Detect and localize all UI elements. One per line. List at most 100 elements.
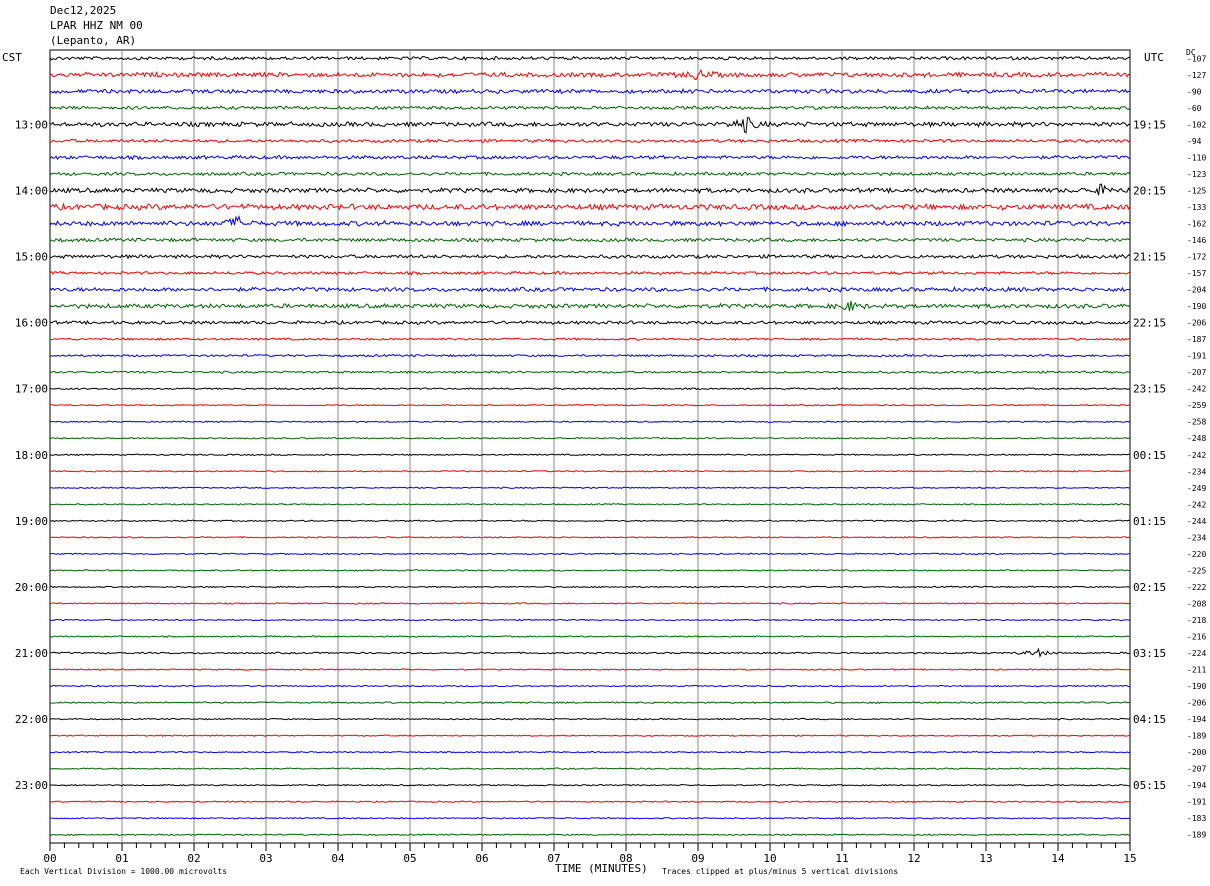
seismic-trace [49, 370, 1131, 375]
seismic-trace [49, 635, 1131, 638]
seismic-trace [49, 833, 1131, 837]
seismic-trace [50, 602, 1131, 605]
x-tick-label: 15 [1123, 852, 1136, 865]
dc-offset-label: -242 [1187, 385, 1206, 394]
dc-offset-label: -216 [1187, 632, 1206, 641]
seismic-trace [49, 403, 1131, 407]
dc-offset-label: -191 [1187, 352, 1206, 361]
dc-offset-label: -183 [1187, 814, 1206, 823]
seismic-trace [49, 470, 1131, 473]
seismic-trace [49, 387, 1131, 391]
dc-offset-label: -189 [1187, 732, 1206, 741]
utc-hour-label: 01:15 [1133, 515, 1166, 528]
seismic-trace [49, 503, 1131, 506]
cst-hour-label: 21:00 [15, 647, 48, 660]
cst-hour-label: 14:00 [15, 184, 48, 197]
x-tick-label: 03 [259, 852, 272, 865]
x-axis-title: TIME (MINUTES) [555, 862, 648, 875]
seismic-trace [49, 783, 1131, 787]
cst-hour-label: 13:00 [15, 118, 48, 131]
dc-offset-label: -194 [1187, 715, 1206, 724]
seismic-trace [49, 270, 1131, 276]
utc-hour-label: 19:15 [1133, 118, 1166, 131]
dc-offset-label: -102 [1187, 120, 1206, 129]
dc-offset-label: -146 [1187, 236, 1206, 245]
utc-hour-label: 20:15 [1133, 184, 1166, 197]
seismic-trace [49, 767, 1131, 770]
seismic-trace [49, 337, 1130, 341]
seismic-trace [49, 816, 1131, 820]
utc-hour-label: 04:15 [1133, 713, 1166, 726]
cst-hour-label: 22:00 [15, 713, 48, 726]
dc-offset-label: -208 [1187, 599, 1206, 608]
dc-offset-label: -123 [1187, 170, 1206, 179]
dc-offset-label: -191 [1187, 798, 1206, 807]
dc-offset-label: -207 [1187, 368, 1206, 377]
seismic-trace [49, 453, 1131, 457]
dc-offset-label: -207 [1187, 765, 1206, 774]
seismic-trace [49, 717, 1131, 721]
dc-offset-label: -234 [1187, 467, 1206, 476]
utc-hour-label: 03:15 [1133, 647, 1166, 660]
dc-offset-label: -206 [1187, 699, 1206, 708]
dc-offset-label: -190 [1187, 682, 1206, 691]
cst-hour-label: 20:00 [15, 581, 48, 594]
dc-offset-label: -172 [1187, 253, 1206, 262]
seismic-trace [49, 154, 1131, 161]
dc-offset-label: -220 [1187, 550, 1206, 559]
dc-offset-label: -218 [1187, 616, 1206, 625]
dc-offset-label: -194 [1187, 781, 1206, 790]
seismic-trace [49, 117, 1131, 134]
utc-hour-label: 22:15 [1133, 317, 1166, 330]
seismic-trace [49, 519, 1131, 523]
x-tick-label: 02 [187, 852, 200, 865]
seismic-trace [49, 734, 1131, 737]
utc-hour-label: 00:15 [1133, 449, 1166, 462]
seismic-trace [49, 237, 1131, 243]
dc-offset-label: -127 [1187, 71, 1206, 80]
seismic-trace [49, 800, 1131, 804]
dc-offset-label: -224 [1187, 649, 1206, 658]
scale-note: Each Vertical Division = 1000.00 microvo… [20, 867, 228, 876]
dc-offset-label: -204 [1187, 286, 1206, 295]
seismic-trace [49, 700, 1131, 705]
cst-hour-label: 15:00 [15, 251, 48, 264]
utc-hour-label: 21:15 [1133, 251, 1166, 264]
utc-hour-label: 23:15 [1133, 383, 1166, 396]
seismic-trace [49, 552, 1131, 556]
dc-offset-label: -190 [1187, 302, 1206, 311]
dc-offset-label: -60 [1187, 104, 1202, 113]
dc-offset-label: -206 [1187, 319, 1206, 328]
seismic-trace [49, 535, 1131, 539]
dc-offset-label: -125 [1187, 186, 1206, 195]
dc-offset-label: -200 [1187, 748, 1206, 757]
seismic-trace [49, 253, 1131, 260]
seismic-trace [49, 88, 1131, 95]
x-tick-label: 12 [907, 852, 920, 865]
x-tick-label: 09 [691, 852, 704, 865]
dc-offset-label: -157 [1187, 269, 1206, 278]
dc-offset-label: -249 [1187, 484, 1206, 493]
seismic-trace [49, 353, 1131, 358]
dc-offset-label: -242 [1187, 500, 1206, 509]
dc-offset-label: -90 [1187, 87, 1202, 96]
dc-offset-label: -248 [1187, 434, 1206, 443]
seismic-trace [49, 183, 1131, 196]
cst-hour-label: 16:00 [15, 317, 48, 330]
cst-hour-label: 18:00 [15, 449, 48, 462]
seismic-trace [49, 286, 1131, 293]
plot-frame [49, 49, 1131, 844]
seismic-trace [49, 171, 1131, 177]
dc-offset-label: -187 [1187, 335, 1206, 344]
seismic-trace [49, 68, 1131, 81]
x-tick-label: 00 [43, 852, 56, 865]
x-tick-label: 10 [763, 852, 776, 865]
cst-hour-label: 19:00 [15, 515, 48, 528]
dc-offset-label: -225 [1187, 566, 1206, 575]
seismic-trace [49, 585, 1131, 589]
cst-hour-label: 23:00 [15, 779, 48, 792]
dc-offset-label: -189 [1187, 831, 1206, 840]
dc-offset-label: -222 [1187, 583, 1206, 592]
dc-offset-label: -258 [1187, 418, 1206, 427]
utc-hour-label: 05:15 [1133, 779, 1166, 792]
